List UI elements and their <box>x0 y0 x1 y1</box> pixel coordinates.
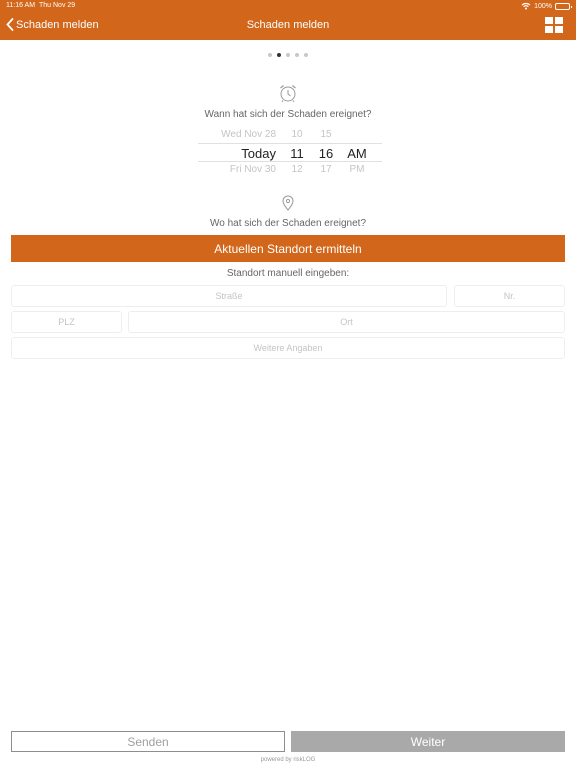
picker-ampm: PM <box>349 164 365 175</box>
city-input[interactable] <box>128 311 565 333</box>
status-date: Thu Nov 29 <box>39 2 76 9</box>
picker-minute: 15 <box>320 129 332 140</box>
picker-minute-selected: 16 <box>318 146 334 161</box>
picker-minute: 17 <box>320 164 332 175</box>
send-button[interactable]: Senden <box>11 731 285 752</box>
alarm-clock-icon <box>280 85 296 103</box>
picker-hour: 10 <box>291 129 303 140</box>
zip-input[interactable] <box>11 311 122 333</box>
locate-current-position-button[interactable]: Aktuellen Standort ermitteln <box>11 235 565 262</box>
powered-by: powered by riskLOG <box>260 757 316 763</box>
page-dot <box>295 53 299 57</box>
status-bar: 11:16 AM Thu Nov 29 100% <box>6 2 572 12</box>
location-icon-wrap <box>0 195 576 211</box>
picker-day: Fri Nov 30 <box>229 164 276 175</box>
footer-actions: Senden Weiter <box>11 731 565 752</box>
alarm-icon-wrap <box>0 83 576 103</box>
picker-day-selected: Today <box>241 146 276 161</box>
nav-bar: 11:16 AM Thu Nov 29 100% Schaden melden … <box>0 0 576 40</box>
page-dot <box>277 53 281 57</box>
where-question: Wo hat sich der Schaden ereignet? <box>209 218 367 229</box>
picker-row-below: Fri Nov 30 12 17 PM <box>198 164 382 176</box>
next-button[interactable]: Weiter <box>291 731 565 752</box>
picker-day: Wed Nov 28 <box>221 129 276 140</box>
battery-percent: 100% <box>534 2 552 10</box>
wifi-icon <box>521 2 531 10</box>
status-right: 100% <box>521 2 572 10</box>
picker-row-selected: Today 11 16 AM <box>198 146 382 162</box>
when-question: Wann hat sich der Schaden ereignet? <box>204 109 372 120</box>
grid-icon <box>545 17 563 33</box>
picker-hour-selected: 11 <box>290 146 304 161</box>
page-dot <box>286 53 290 57</box>
page-dot <box>304 53 308 57</box>
page-dot <box>268 53 272 57</box>
additional-info-input[interactable] <box>11 337 565 359</box>
date-time-picker[interactable]: Wed Nov 28 10 15 Today 11 16 AM Fri Nov … <box>198 128 382 176</box>
street-input[interactable] <box>11 285 447 307</box>
house-number-input[interactable] <box>454 285 565 307</box>
back-button[interactable]: Schaden melden <box>6 18 99 31</box>
picker-ampm-selected: AM <box>347 146 367 161</box>
picker-hour: 12 <box>291 164 303 175</box>
battery-icon <box>555 2 572 10</box>
manual-location-label: Standort manuell eingeben: <box>226 268 350 279</box>
location-pin-icon <box>282 195 294 211</box>
chevron-left-icon <box>6 18 14 31</box>
menu-grid-button[interactable] <box>544 16 564 34</box>
status-time: 11:16 AM <box>6 2 36 9</box>
page-indicator <box>0 53 576 57</box>
picker-row-above: Wed Nov 28 10 15 <box>198 129 382 145</box>
back-label: Schaden melden <box>16 18 99 31</box>
